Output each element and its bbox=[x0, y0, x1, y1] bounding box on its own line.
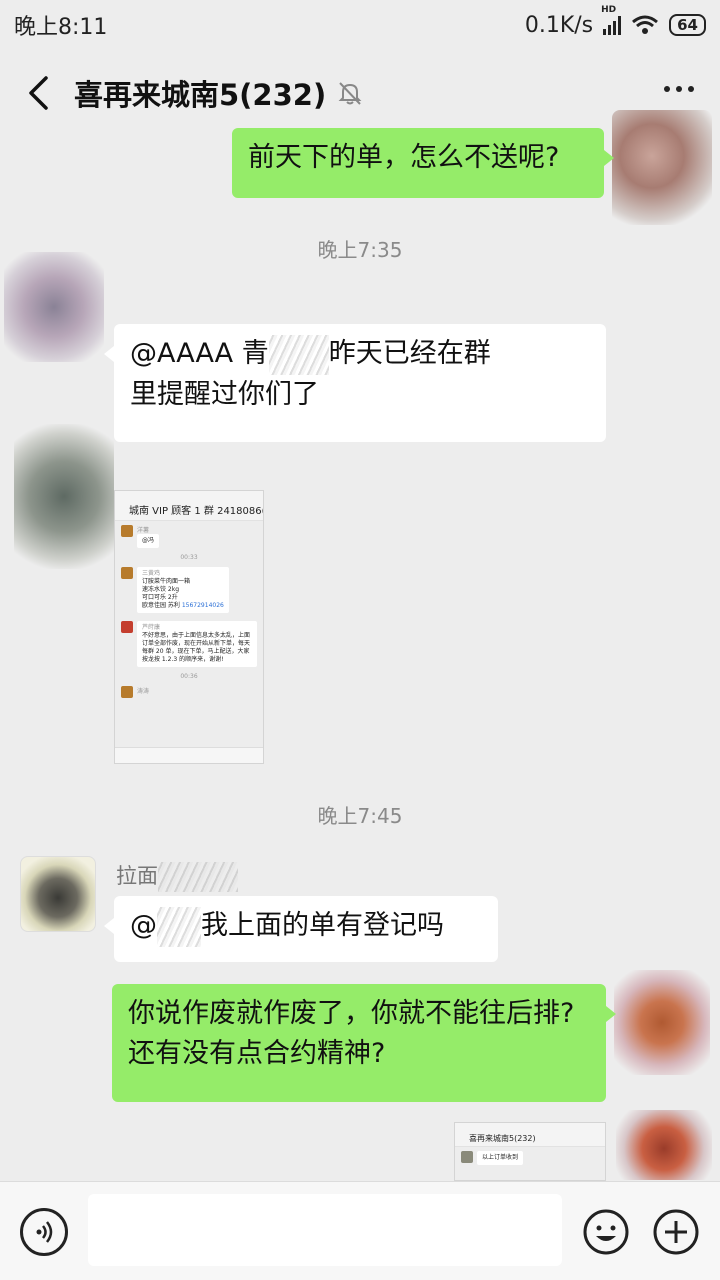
hd-badge: HD bbox=[601, 5, 617, 15]
timestamp: 晚上7:35 bbox=[317, 238, 403, 262]
plus-icon[interactable] bbox=[652, 1208, 700, 1256]
image-text: @冯 bbox=[137, 534, 160, 548]
image-phone: 15672914026 bbox=[181, 602, 224, 609]
status-time: 晚上8:11 bbox=[14, 15, 108, 40]
emoji-icon[interactable] bbox=[582, 1208, 630, 1256]
chat-title[interactable]: 喜再来城南5(232) bbox=[74, 72, 326, 114]
image-sender: 洋薯 bbox=[137, 527, 150, 534]
member-avatar[interactable] bbox=[14, 424, 114, 569]
status-bar: 晚上8:11 0.1K/s HD 64 bbox=[0, 0, 720, 50]
message-bubble-own[interactable]: 前天下的单，怎么不送呢? bbox=[232, 128, 614, 198]
image-text: 欧意佳园 苏利 bbox=[142, 602, 180, 609]
image-text: 以上订单收到 bbox=[477, 1151, 524, 1165]
image-message[interactable]: 城南 VIP 顾客 1 群 2418086(401) 洋薯@冯 00:33 三黄… bbox=[114, 490, 264, 764]
mute-bell-icon bbox=[338, 82, 362, 105]
image-time: 00:36 bbox=[180, 673, 198, 680]
image-text: 速冻水饺 2kg bbox=[142, 586, 180, 593]
image-sender: 芦莳康 bbox=[142, 624, 161, 631]
message-bubble-own[interactable]: 你说作废就作废了，你就不能往后排? 还有没有点合约精神? bbox=[112, 984, 616, 1102]
sender-name: 拉面 bbox=[116, 860, 238, 892]
image-chat-title: 城南 VIP 顾客 1 群 2418086(401) bbox=[115, 503, 263, 521]
message-text: 你说作废就作废了，你就不能往后排? 还有没有点合约精神? bbox=[128, 998, 575, 1069]
image-sender: 涛涛 bbox=[137, 688, 150, 695]
timestamp: 晚上7:45 bbox=[317, 804, 403, 828]
message-bubble-other[interactable]: @AAAA 青 昨天已经在群 里提醒过你们了 bbox=[104, 324, 606, 442]
blurred-text bbox=[158, 862, 238, 892]
status-indicators: 0.1K/s HD 64 bbox=[524, 5, 706, 38]
signal-icon: HD bbox=[601, 5, 622, 35]
voice-icon[interactable] bbox=[20, 1208, 68, 1256]
image-sender: 三黄鸡 bbox=[142, 570, 161, 577]
image-time: 00:33 bbox=[180, 554, 198, 561]
battery-indicator: 64 bbox=[669, 14, 706, 36]
network-speed: 0.1K/s bbox=[524, 12, 594, 38]
back-arrow-icon[interactable] bbox=[18, 73, 58, 113]
message-text-mention: @AAAA 青 bbox=[130, 338, 269, 369]
message-text-mention: @ bbox=[130, 910, 157, 941]
image-text: 订胺菜牛肉面一箱 bbox=[142, 578, 191, 585]
image-message[interactable]: 喜再来城南5(232) 以上订单收到 bbox=[454, 1122, 606, 1181]
own-avatar[interactable] bbox=[616, 1110, 712, 1180]
own-avatar[interactable] bbox=[614, 970, 710, 1075]
member-avatar[interactable] bbox=[20, 856, 96, 932]
blurred-text bbox=[157, 906, 201, 947]
message-bubble-other[interactable]: @ 我上面的单有登记吗 bbox=[104, 896, 498, 962]
member-avatar[interactable] bbox=[4, 252, 104, 362]
input-bar bbox=[0, 1181, 720, 1280]
message-text: 昨天已经在群 bbox=[328, 338, 491, 369]
image-chat-title: 喜再来城南5(232) bbox=[455, 1131, 605, 1147]
message-text: 我上面的单有登记吗 bbox=[201, 910, 444, 941]
image-text: 可口可乐 2升 bbox=[142, 594, 178, 601]
blurred-text bbox=[268, 334, 329, 375]
message-text: 前天下的单，怎么不送呢? bbox=[248, 142, 560, 173]
own-avatar[interactable] bbox=[612, 110, 712, 225]
more-icon[interactable] bbox=[664, 86, 694, 92]
message-text: 里提醒过你们了 bbox=[130, 378, 319, 410]
message-input[interactable] bbox=[88, 1194, 562, 1266]
image-text: 不好意思，由于上面信息太多太乱，上面订单全部作废，现在开始从新下单，每天每群 2… bbox=[142, 632, 251, 663]
wifi-icon bbox=[632, 15, 659, 34]
